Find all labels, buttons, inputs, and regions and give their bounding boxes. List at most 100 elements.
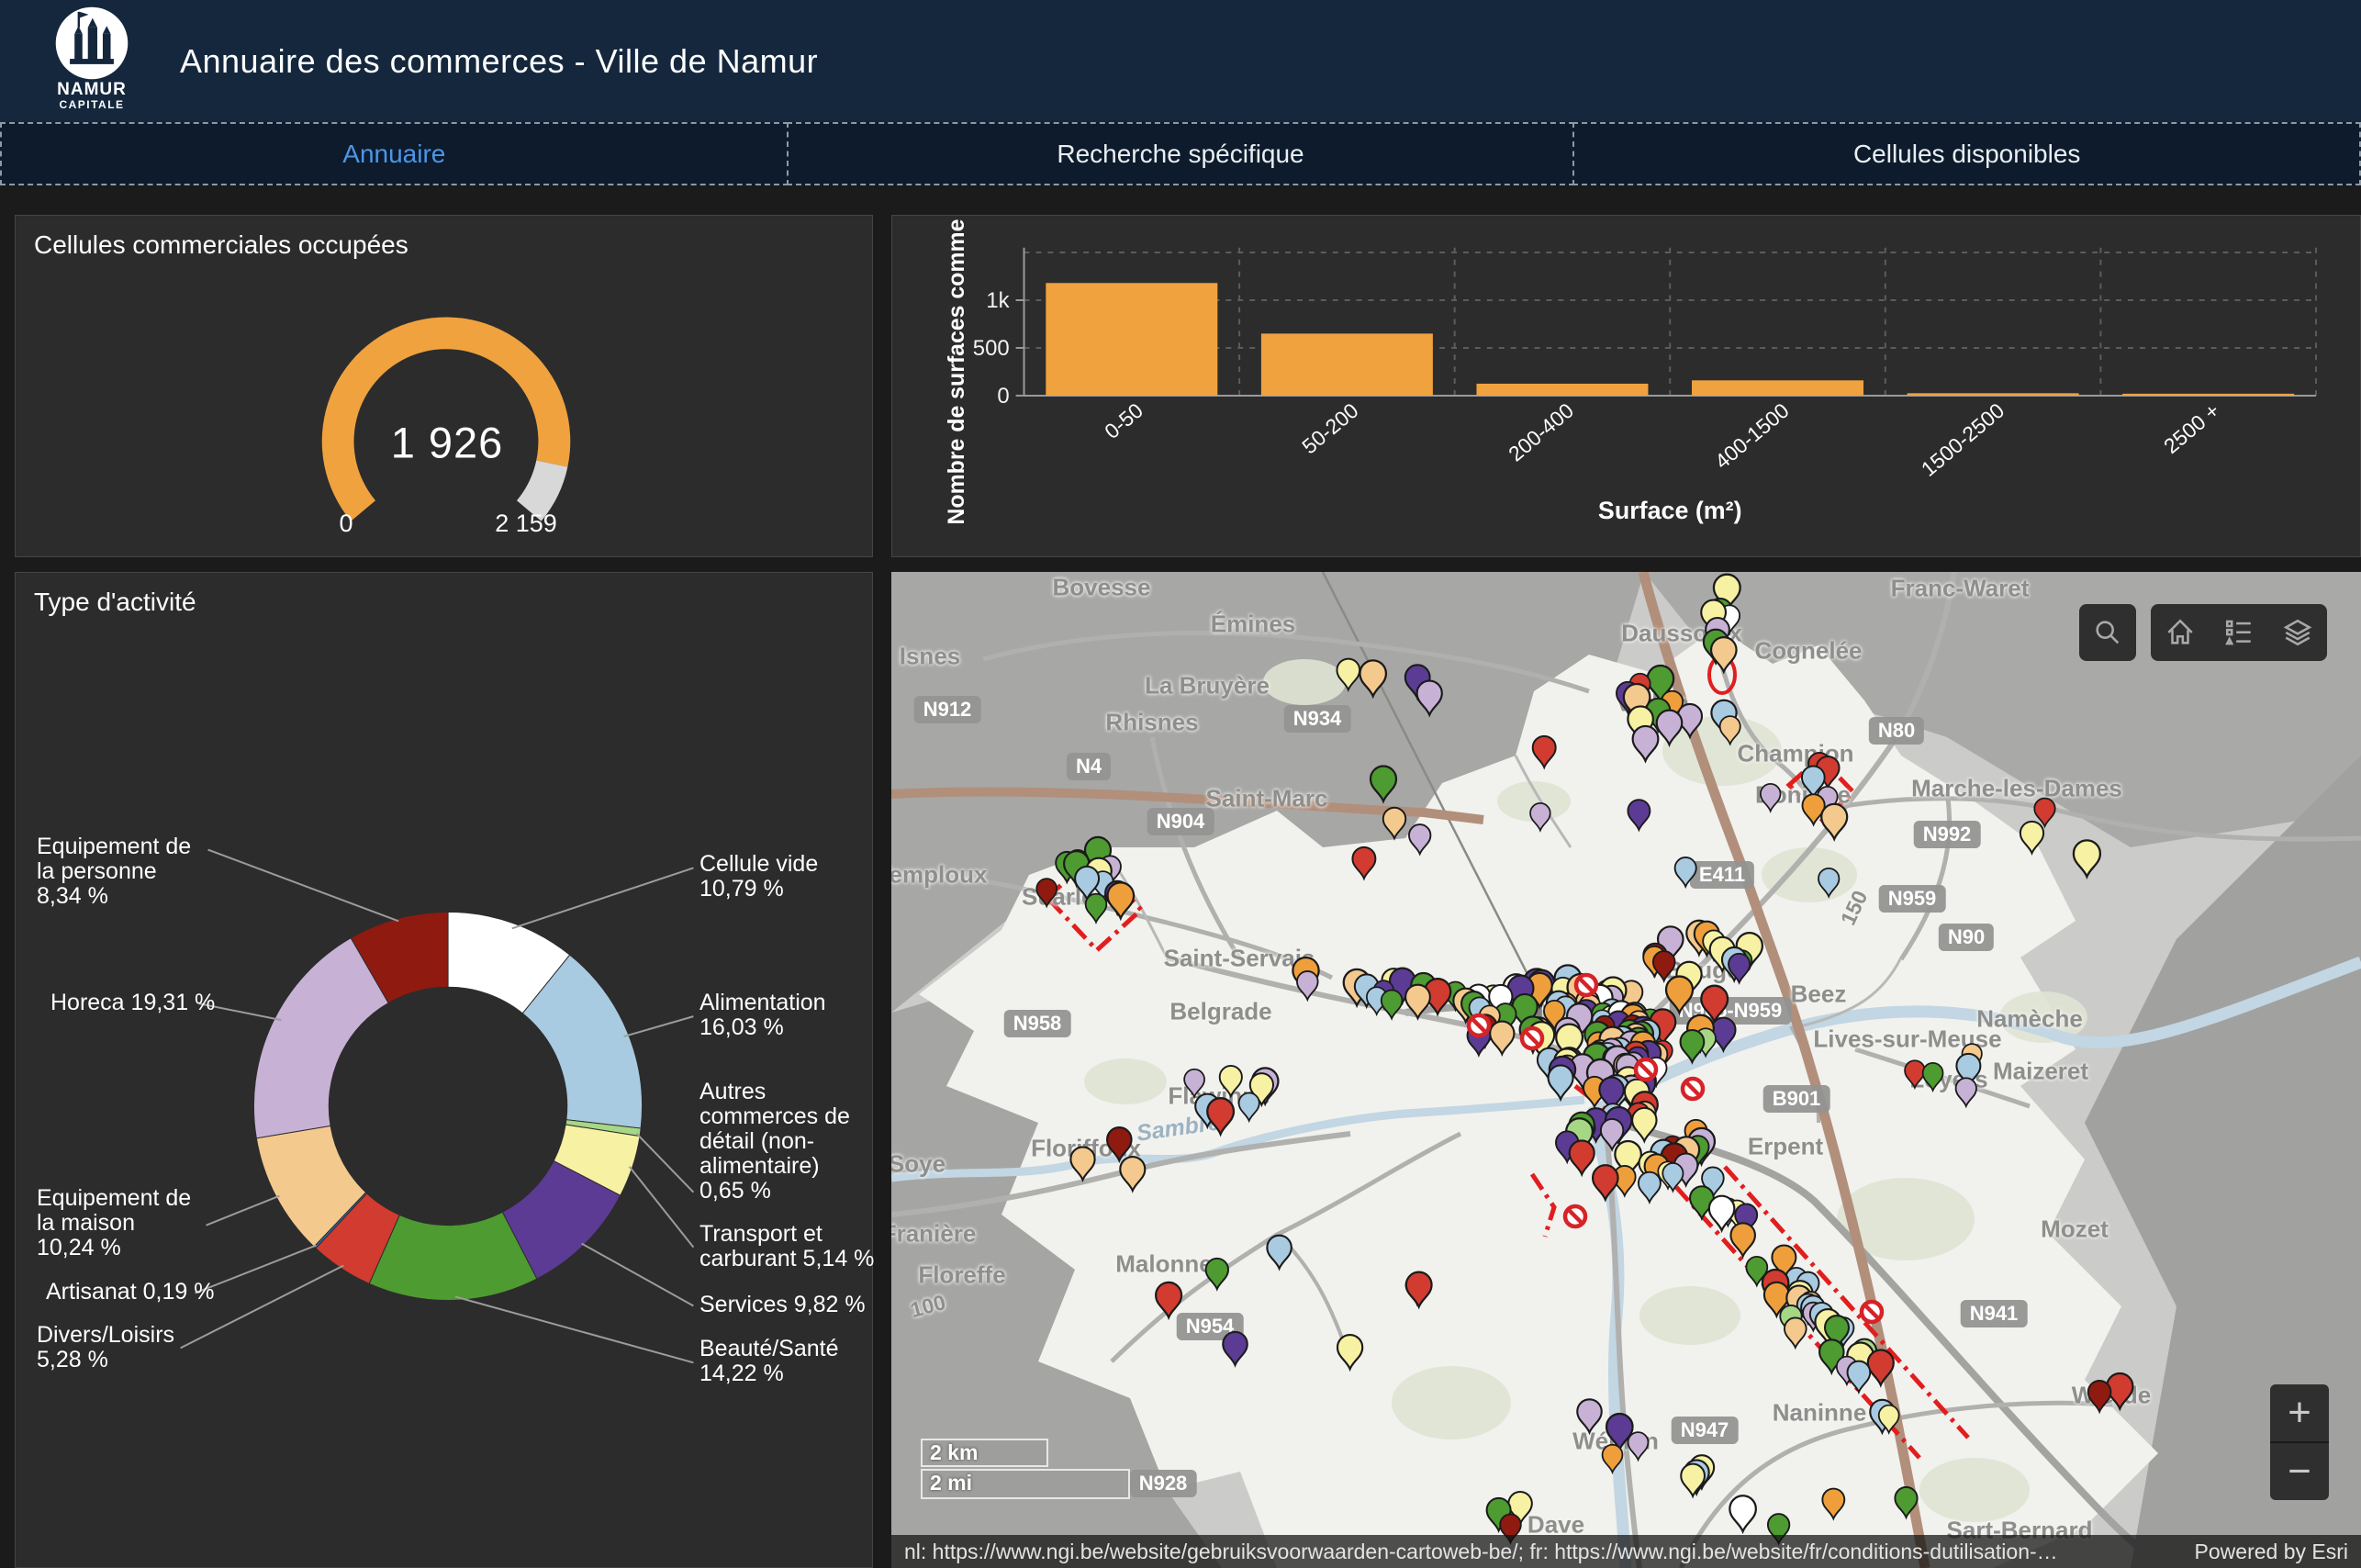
map-pin[interactable] (1681, 1030, 1705, 1062)
map-pin[interactable] (1761, 784, 1781, 812)
map-pin[interactable] (1220, 1066, 1242, 1096)
map-pin[interactable] (1923, 1063, 1943, 1091)
map-pin[interactable] (1382, 990, 1403, 1018)
no-entry-marker[interactable] (1862, 1302, 1882, 1322)
zoom-out-button[interactable]: − (2270, 1443, 2329, 1500)
map-pin[interactable] (1709, 1196, 1734, 1230)
bar-200-400[interactable] (1476, 384, 1648, 396)
no-entry-marker[interactable] (1565, 1206, 1585, 1226)
donut-callout-equipement-maison: Equipement dela maison10,24 % (37, 1186, 191, 1260)
tab-cellules-disponibles[interactable]: Cellules disponibles (1572, 122, 2361, 185)
map-pin[interactable] (1156, 1282, 1181, 1317)
no-entry-marker[interactable] (1636, 1059, 1656, 1080)
tab-annuaire[interactable]: Annuaire (0, 122, 789, 185)
donut-callout-alimentation: Alimentation16,03 % (699, 991, 826, 1040)
map-pin[interactable] (1086, 894, 1107, 923)
bar-50-200[interactable] (1261, 333, 1433, 396)
map-toolbar (2151, 604, 2327, 661)
map-pin[interactable] (1729, 954, 1750, 983)
map-pin[interactable] (1577, 1399, 1601, 1432)
legend-list-icon (2223, 617, 2255, 648)
map-pin[interactable] (1657, 711, 1682, 745)
map-pin[interactable] (1632, 1108, 1656, 1141)
map-layers-button[interactable] (2268, 604, 2327, 661)
map-pin[interactable] (1848, 1361, 1871, 1393)
map-pin[interactable] (1352, 847, 1375, 879)
map-pin[interactable] (1267, 1236, 1291, 1269)
map-pin[interactable] (1628, 800, 1650, 830)
map-pin[interactable] (1653, 951, 1675, 980)
map-pin[interactable] (1711, 637, 1736, 671)
map-pin[interactable] (1405, 985, 1430, 1018)
callout-leader-line (207, 1196, 280, 1226)
map-pin[interactable] (1818, 868, 1839, 897)
map-pin[interactable] (1628, 1432, 1649, 1460)
map-pin[interactable] (1720, 716, 1740, 744)
map-pin[interactable] (1409, 824, 1430, 854)
map-pin[interactable] (1666, 977, 1693, 1014)
no-entry-marker[interactable] (1683, 1079, 1703, 1099)
map-pin[interactable] (2020, 822, 2043, 853)
bar-0-50[interactable] (1046, 283, 1217, 396)
map-pin[interactable] (1905, 1060, 1925, 1088)
map-legend-button[interactable] (2210, 604, 2268, 661)
map-pin[interactable] (1593, 1165, 1617, 1199)
map-pin[interactable] (1206, 1259, 1228, 1289)
map-pin[interactable] (1383, 808, 1405, 838)
map-pin[interactable] (1570, 1140, 1595, 1174)
map-pin[interactable] (1337, 659, 1360, 690)
map-pin[interactable] (1120, 1157, 1145, 1191)
map-pin[interactable] (1360, 660, 1385, 696)
attribution-text: nl: https://www.ngi.be/website/gebruiksv… (904, 1540, 2173, 1564)
namur-castle-icon (54, 6, 129, 81)
map-canvas[interactable]: BovesseÉminesIsnesLa BruyèreRhisnesSaint… (891, 572, 2361, 1568)
map-pin[interactable] (1371, 767, 1396, 801)
map-pin[interactable] (1675, 857, 1696, 887)
map-home-button[interactable] (2151, 604, 2210, 661)
map-pin[interactable] (1681, 1464, 1705, 1496)
tab-recherche-specifique[interactable]: Recherche spécifique (787, 122, 1575, 185)
map-pin[interactable] (2074, 840, 2100, 877)
map-pin[interactable] (1633, 726, 1659, 761)
map-pin[interactable] (1730, 1223, 1754, 1256)
map-pin[interactable] (1533, 736, 1556, 767)
donut-callout-equipement-personne: Equipement dela personne8,34 % (37, 834, 191, 909)
no-entry-marker[interactable] (1469, 1015, 1489, 1036)
map-pin[interactable] (1337, 1335, 1362, 1369)
map-pin[interactable] (1207, 1098, 1234, 1134)
map-pin[interactable] (1549, 1065, 1573, 1099)
bar-2500 +[interactable] (2122, 394, 2294, 396)
map-pin[interactable] (1822, 1489, 1844, 1519)
bar-1500-2500[interactable] (1908, 393, 2079, 396)
map-pin[interactable] (1729, 1495, 1755, 1531)
map-pin[interactable] (1184, 1070, 1204, 1097)
map-pin[interactable] (2088, 1381, 2111, 1412)
map-search-button[interactable] (2079, 604, 2136, 661)
donut-callout-transport: Transport etcarburant 5,14 % (699, 1222, 874, 1271)
bar-400-1500[interactable] (1692, 380, 1863, 396)
map-pin[interactable] (1223, 1332, 1247, 1365)
no-entry-marker[interactable] (1522, 1028, 1542, 1048)
map-pin[interactable] (1956, 1078, 1976, 1106)
map-pin[interactable] (1639, 1172, 1661, 1203)
map-pin[interactable] (1785, 1317, 1807, 1347)
map-pin[interactable] (1868, 1350, 1894, 1385)
map-pin[interactable] (1239, 1093, 1259, 1121)
map-pin[interactable] (1036, 879, 1057, 906)
map-pin[interactable] (1417, 681, 1442, 715)
map-pin[interactable] (1530, 803, 1550, 831)
map-pin[interactable] (1603, 1445, 1623, 1473)
map-pin[interactable] (1108, 882, 1134, 918)
no-entry-marker[interactable] (1576, 975, 1596, 995)
map-pin[interactable] (1297, 971, 1318, 1000)
map-pin[interactable] (1662, 1163, 1683, 1191)
map-pin[interactable] (1070, 1147, 1094, 1180)
map-pin[interactable] (1821, 804, 1847, 839)
callout-leader-line (630, 1167, 694, 1248)
map-pin[interactable] (1895, 1487, 1917, 1518)
callout-leader-line (512, 868, 694, 928)
map-pin[interactable] (1490, 1022, 1514, 1055)
map-pin[interactable] (1107, 1127, 1131, 1160)
zoom-in-button[interactable]: + (2270, 1384, 2329, 1441)
map-pin[interactable] (1406, 1272, 1432, 1307)
